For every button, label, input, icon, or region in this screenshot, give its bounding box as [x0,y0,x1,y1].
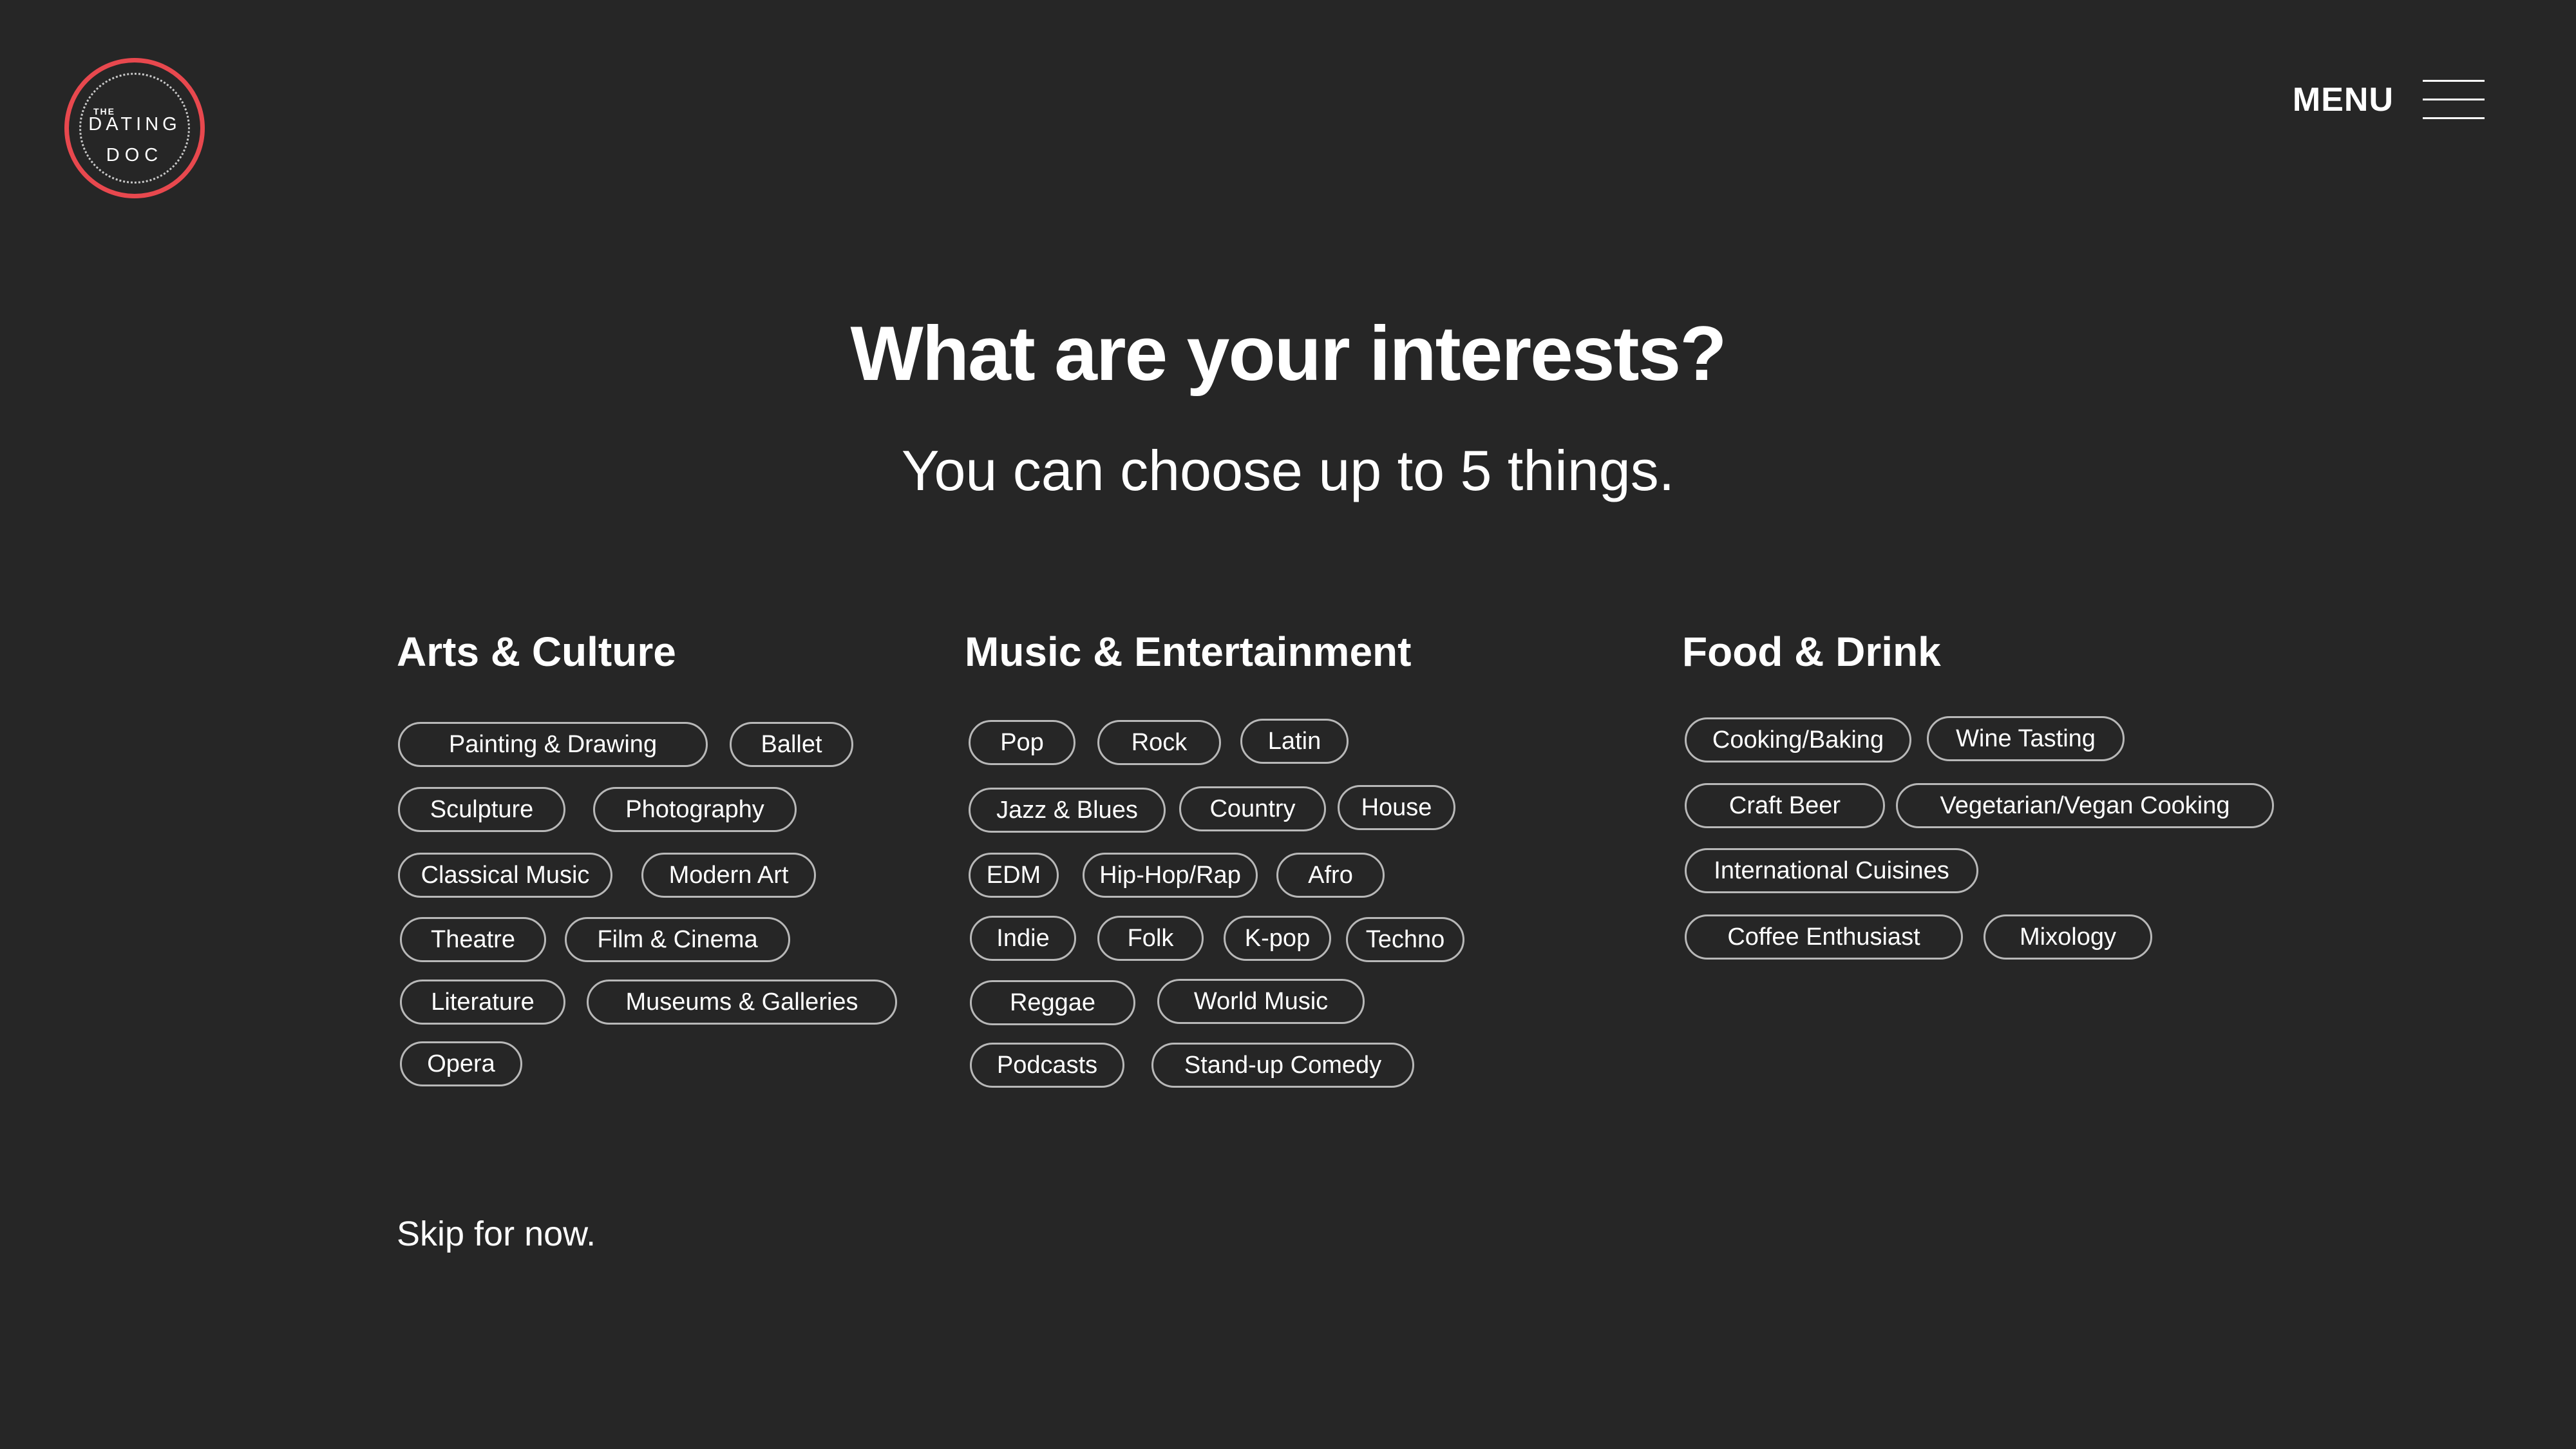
skip-link[interactable]: Skip for now. [397,1214,596,1254]
page-subtitle: You can choose up to 5 things. [901,439,1675,502]
hamburger-icon[interactable] [2423,77,2485,122]
interest-literature[interactable]: Literature [400,980,565,1025]
page-title: What are your interests? [850,310,1727,397]
interest-wine-tasting[interactable]: Wine Tasting [1927,716,2125,761]
interest-hip-hop-rap[interactable]: Hip-Hop/Rap [1083,853,1258,898]
logo[interactable]: THE DATING DOC [64,58,205,198]
interest-house[interactable]: House [1338,785,1455,830]
category-title-arts: Arts & Culture [397,629,676,675]
menu-label: MENU [2292,81,2394,118]
interest-opera[interactable]: Opera [400,1041,522,1086]
interest-theatre[interactable]: Theatre [400,917,546,962]
interest-edm[interactable]: EDM [969,853,1059,898]
interest-modern-art[interactable]: Modern Art [641,853,816,898]
interest-podcasts[interactable]: Podcasts [970,1043,1124,1088]
interest-afro[interactable]: Afro [1276,853,1385,898]
interest-country[interactable]: Country [1179,786,1326,831]
interest-international-cuisines[interactable]: International Cuisines [1685,848,1978,893]
interest-indie[interactable]: Indie [970,916,1076,961]
interest-sculpture[interactable]: Sculpture [398,787,565,832]
interest-painting-drawing[interactable]: Painting & Drawing [398,722,708,767]
interest-mixology[interactable]: Mixology [1984,914,2152,960]
interest-vegetarian-vegan-cooking[interactable]: Vegetarian/Vegan Cooking [1896,783,2274,828]
interest-photography[interactable]: Photography [593,787,797,832]
interest-k-pop[interactable]: K-pop [1224,916,1331,961]
interest-rock[interactable]: Rock [1097,720,1221,765]
interest-world-music[interactable]: World Music [1157,979,1365,1024]
interest-jazz-blues[interactable]: Jazz & Blues [969,788,1166,833]
interest-craft-beer[interactable]: Craft Beer [1685,783,1885,828]
interest-reggae[interactable]: Reggae [970,980,1135,1025]
interest-stand-up-comedy[interactable]: Stand-up Comedy [1151,1043,1414,1088]
interest-coffee-enthusiast[interactable]: Coffee Enthusiast [1685,914,1963,960]
logo-text-dating: DATING [88,114,181,135]
interest-film-cinema[interactable]: Film & Cinema [565,917,790,962]
interest-folk[interactable]: Folk [1097,916,1204,961]
interest-cooking-baking[interactable]: Cooking/Baking [1685,717,1911,762]
logo-text-doc: DOC [106,145,164,166]
menu-button[interactable]: MENU [2293,77,2485,122]
interest-museums-galleries[interactable]: Museums & Galleries [587,980,897,1025]
interest-ballet[interactable]: Ballet [730,722,853,767]
category-title-music: Music & Entertainment [965,629,1412,675]
interest-pop[interactable]: Pop [969,720,1075,765]
interest-techno[interactable]: Techno [1346,917,1464,962]
interest-classical-music[interactable]: Classical Music [398,853,612,898]
category-title-food: Food & Drink [1682,629,1941,675]
interest-latin[interactable]: Latin [1240,719,1349,764]
